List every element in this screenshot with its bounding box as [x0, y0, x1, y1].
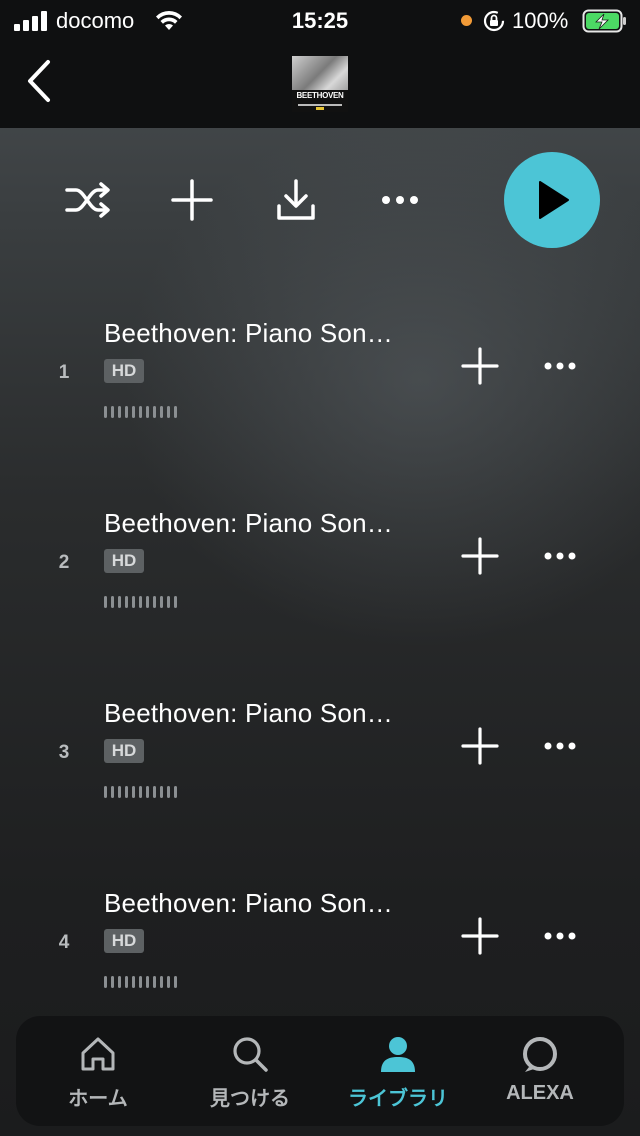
bottom-tab-bar: ホーム 見つける ライブラリ ALEXA: [16, 1016, 624, 1126]
waveform-icon: [104, 786, 184, 798]
rotation-lock-icon: [482, 9, 506, 39]
more-horizontal-icon: [544, 552, 576, 560]
alexa-ring-icon: [523, 1037, 557, 1072]
shuffle-button[interactable]: [64, 176, 112, 224]
status-bar: docomo 15:25 100%: [0, 0, 640, 40]
plus-icon: [461, 537, 499, 575]
album-more-button[interactable]: [376, 176, 424, 224]
tab-find[interactable]: 見つける: [174, 1016, 326, 1126]
download-icon: [277, 179, 315, 220]
play-button[interactable]: [504, 152, 600, 248]
track-title: Beethoven: Piano Son…: [104, 508, 393, 538]
waveform-icon: [104, 976, 184, 988]
track-add-button[interactable]: [460, 916, 500, 956]
hd-badge: HD: [104, 549, 144, 573]
track-more-button[interactable]: [540, 726, 580, 766]
tab-home[interactable]: ホーム: [22, 1016, 174, 1126]
plus-icon: [461, 347, 499, 385]
plus-icon: [171, 179, 213, 221]
track-number: 4: [58, 932, 70, 953]
hd-badge: HD: [104, 739, 144, 763]
more-horizontal-icon: [544, 742, 576, 750]
tab-find-label: 見つける: [210, 1088, 290, 1110]
album-action-row: [0, 150, 640, 250]
track-add-button[interactable]: [460, 536, 500, 576]
track-number: 3: [58, 742, 70, 763]
person-icon: [381, 1037, 415, 1072]
track-number: 2: [58, 552, 70, 573]
plus-icon: [461, 917, 499, 955]
battery-charging-icon: [582, 9, 628, 39]
waveform-icon: [104, 596, 184, 608]
track-title: Beethoven: Piano Son…: [104, 318, 393, 348]
track-add-button[interactable]: [460, 726, 500, 766]
track-number: 1: [58, 362, 70, 383]
privacy-indicator-dot: [461, 15, 472, 26]
play-icon: [539, 181, 569, 219]
add-album-button[interactable]: [168, 176, 216, 224]
track-title: Beethoven: Piano Son…: [104, 698, 393, 728]
download-button[interactable]: [272, 176, 320, 224]
track-title: Beethoven: Piano Son…: [104, 888, 393, 918]
tab-alexa-label: ALEXA: [506, 1082, 574, 1104]
hd-badge: HD: [104, 359, 144, 383]
chevron-left-icon: [28, 60, 50, 102]
track-more-button[interactable]: [540, 536, 580, 576]
tab-library[interactable]: ライブラリ: [322, 1016, 474, 1126]
back-button[interactable]: [20, 56, 60, 106]
battery-percentage: 100%: [512, 8, 569, 33]
track-more-button[interactable]: [540, 916, 580, 956]
album-artwork-title: BEETHOVEN: [296, 91, 344, 100]
hd-badge: HD: [104, 929, 144, 953]
top-header: docomo 15:25 100% BEETHOVEN: [0, 0, 640, 128]
waveform-icon: [104, 406, 184, 418]
tab-home-label: ホーム: [68, 1088, 128, 1110]
album-artwork-thumbnail[interactable]: BEETHOVEN: [292, 56, 348, 112]
track-more-button[interactable]: [540, 346, 580, 386]
more-horizontal-icon: [544, 362, 576, 370]
track-row[interactable]: 2 Beethoven: Piano Son… HD: [0, 508, 640, 698]
shuffle-icon: [65, 182, 110, 218]
navigation-bar: BEETHOVEN: [0, 40, 640, 128]
tab-library-label: ライブラリ: [348, 1088, 448, 1110]
screen: docomo 15:25 100% BEETHOVEN 1 Beethoven:…: [0, 0, 640, 1136]
plus-icon: [461, 727, 499, 765]
track-row[interactable]: 1 Beethoven: Piano Son… HD: [0, 318, 640, 508]
more-horizontal-icon: [382, 196, 418, 204]
search-icon: [233, 1037, 268, 1072]
tab-alexa[interactable]: ALEXA: [464, 1016, 616, 1126]
track-add-button[interactable]: [460, 346, 500, 386]
home-icon: [81, 1037, 115, 1071]
more-horizontal-icon: [544, 932, 576, 940]
track-row[interactable]: 3 Beethoven: Piano Son… HD: [0, 698, 640, 888]
